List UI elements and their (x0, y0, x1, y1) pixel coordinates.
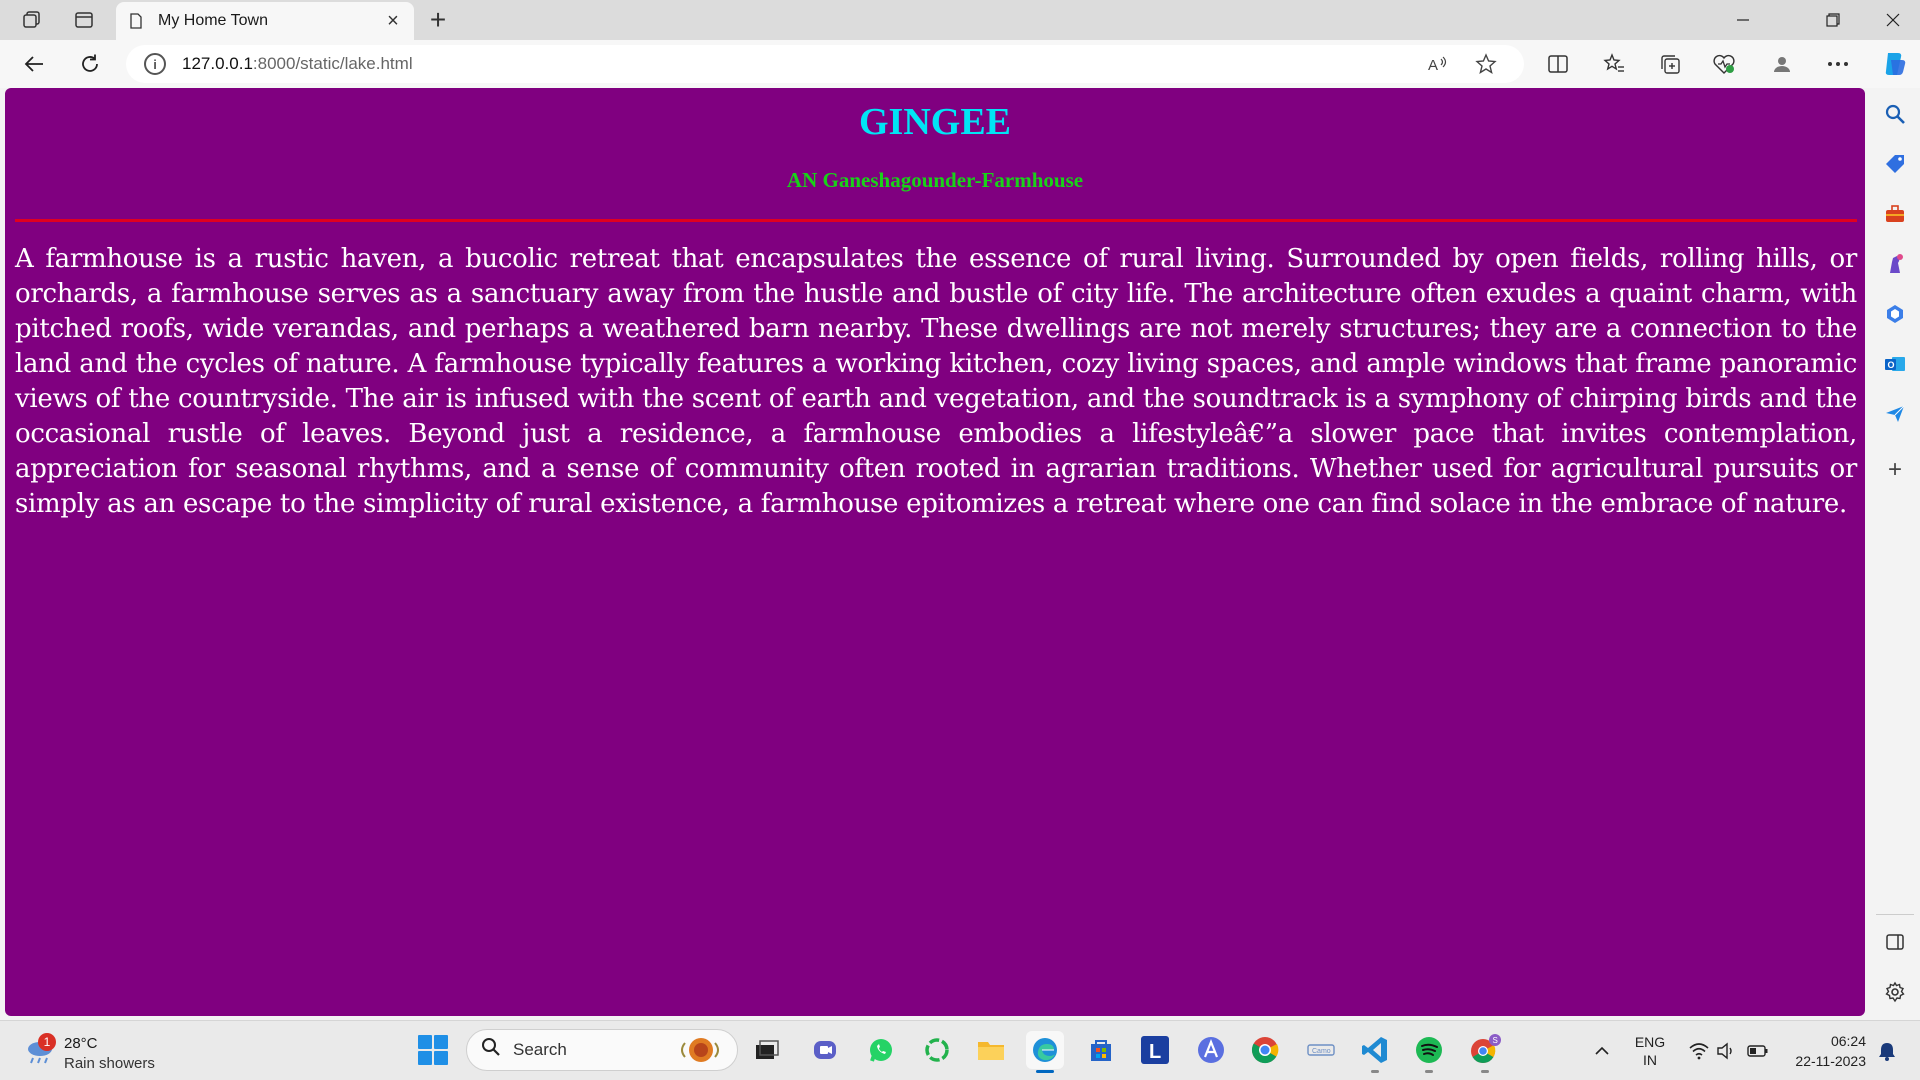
close-tab-icon[interactable]: × (382, 10, 404, 33)
refresh-button[interactable] (72, 48, 108, 80)
edge-sidebar: O + (1870, 88, 1920, 1020)
search-highlight-icon (675, 1035, 731, 1065)
tag-icon[interactable] (1881, 150, 1909, 178)
collections-icon[interactable] (1652, 48, 1688, 80)
language-indicator[interactable]: ENG IN (1628, 1021, 1672, 1080)
toolbox-icon[interactable] (1881, 200, 1909, 228)
clock-time: 06:24 (1830, 1033, 1866, 1049)
running-indicator (1425, 1070, 1433, 1073)
teams-icon[interactable] (806, 1031, 844, 1069)
address-bar[interactable]: i 127.0.0.1:8000/static/lake.html A (126, 45, 1524, 83)
split-screen-icon[interactable] (1540, 48, 1576, 80)
favorite-star-icon[interactable] (1470, 49, 1502, 79)
outlook-icon[interactable]: O (1881, 350, 1909, 378)
chevron-up-icon[interactable] (1590, 1021, 1614, 1080)
weather-temperature: 28°C (64, 1035, 98, 1052)
url-path: :8000/static/lake.html (252, 54, 413, 73)
more-options-icon[interactable] (1820, 48, 1856, 80)
tab-strip: My Home Town × + (0, 0, 1920, 40)
send-icon[interactable] (1881, 400, 1909, 428)
wifi-icon[interactable] (1686, 1021, 1712, 1080)
notification-bell-icon[interactable] (1874, 1021, 1900, 1080)
chrome-icon[interactable] (1246, 1031, 1284, 1069)
page-subtitle: AN Ganeshagounder-Farmhouse (786, 168, 1084, 192)
read-aloud-icon[interactable]: A (1422, 49, 1454, 79)
document-icon (128, 13, 144, 29)
edge-icon[interactable] (1026, 1031, 1064, 1073)
split-panel-icon[interactable] (1881, 928, 1909, 956)
svg-text:O: O (1888, 360, 1895, 370)
page-title: GINGEE (858, 101, 1012, 143)
chrome-profile-icon[interactable]: S (1466, 1031, 1504, 1073)
browser-toolbar: i 127.0.0.1:8000/static/lake.html A (0, 40, 1920, 88)
whatsapp-icon[interactable] (862, 1031, 900, 1069)
url-host: 127.0.0.1 (182, 54, 253, 73)
search-magnifier-icon (481, 1037, 501, 1063)
weather-badge: 1 (38, 1033, 56, 1051)
new-tab-button[interactable]: + (422, 4, 454, 36)
browser-essentials-icon[interactable] (1706, 48, 1742, 80)
svg-text:L: L (1149, 1041, 1161, 1063)
page-paragraph: A farmhouse is a rustic haven, a bucolic… (15, 244, 1857, 519)
taskbar-search[interactable]: Search (466, 1029, 738, 1071)
clock[interactable]: 06:24 22-11-2023 (1782, 1021, 1866, 1080)
refresh-app-icon[interactable] (918, 1031, 956, 1069)
eclipse-camo-icon[interactable]: Camo (1302, 1031, 1340, 1069)
search-icon[interactable] (1881, 100, 1909, 128)
task-view-icon[interactable] (748, 1031, 786, 1069)
settings-icon[interactable] (1881, 978, 1909, 1006)
language-code: ENG (1634, 1034, 1666, 1050)
minimize-button[interactable] (1716, 0, 1770, 40)
back-button[interactable] (16, 48, 52, 80)
region-code: IN (1643, 1052, 1657, 1068)
active-indicator (1036, 1070, 1054, 1073)
active-tab[interactable]: My Home Town × (116, 2, 414, 40)
store-icon[interactable] (1082, 1031, 1120, 1069)
vertical-tabs-icon[interactable] (68, 6, 100, 34)
running-indicator (1371, 1070, 1379, 1073)
svg-text:A: A (1428, 57, 1438, 74)
sidebar-divider (1876, 914, 1914, 915)
chess-icon[interactable] (1881, 250, 1909, 278)
workspaces-icon[interactable] (16, 6, 48, 34)
file-explorer-icon[interactable] (972, 1031, 1010, 1069)
copilot-app-icon[interactable] (1192, 1031, 1230, 1069)
horizontal-rule (15, 219, 1857, 222)
weather-description: Rain showers (64, 1055, 155, 1072)
volume-icon[interactable] (1714, 1021, 1740, 1080)
search-label: Search (513, 1040, 567, 1059)
battery-icon[interactable] (1744, 1021, 1772, 1080)
taskbar: 1 28°C Rain showers Search L Camo S ENG … (0, 1020, 1920, 1080)
close-window-button[interactable] (1866, 0, 1920, 40)
site-info-icon[interactable]: i (144, 53, 166, 75)
favorites-icon[interactable] (1596, 48, 1632, 80)
spotify-icon[interactable] (1410, 1031, 1448, 1073)
restore-button[interactable] (1806, 0, 1860, 40)
plus-icon[interactable]: + (1881, 456, 1909, 484)
l-app-icon[interactable]: L (1136, 1031, 1174, 1069)
m365-icon[interactable] (1881, 300, 1909, 328)
running-indicator (1481, 1070, 1489, 1073)
svg-text:S: S (1493, 1036, 1498, 1045)
profile-icon[interactable] (1764, 48, 1800, 80)
copilot-icon[interactable] (1876, 48, 1912, 80)
svg-text:Camo: Camo (1312, 1048, 1331, 1055)
page-viewport: GINGEE AN Ganeshagounder-Farmhouse A far… (5, 88, 1865, 1016)
weather-widget[interactable]: 1 28°C Rain showers (20, 1027, 180, 1075)
clock-date: 22-11-2023 (1795, 1053, 1866, 1069)
tab-title: My Home Town (158, 12, 268, 29)
vscode-icon[interactable] (1356, 1031, 1394, 1073)
windows-start-button[interactable] (418, 1035, 448, 1065)
